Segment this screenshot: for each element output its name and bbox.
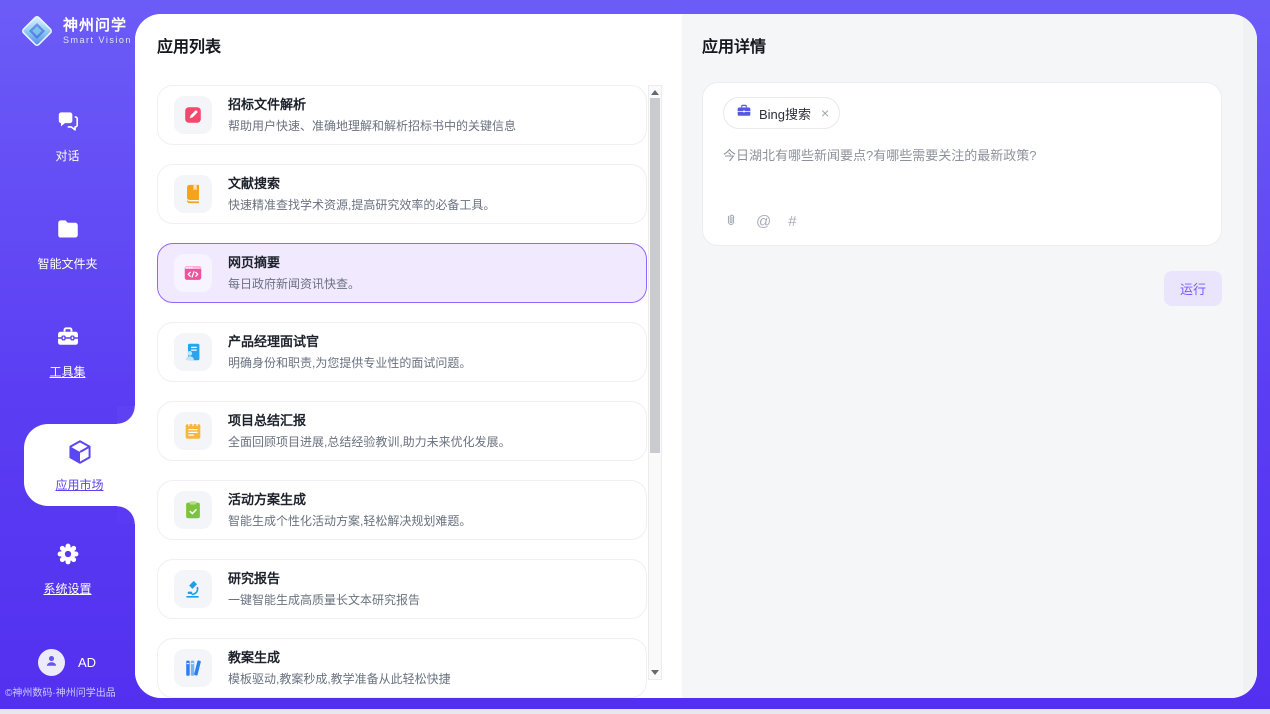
chat-icon [55,108,81,139]
brand-logo: 神州问学 Smart Vision [18,12,132,50]
scroll-down-icon[interactable] [651,670,659,675]
sidebar-footer-text: ©神州数码·神州问学出品 [5,684,116,699]
clipboard-icon [174,491,212,529]
app-desc: 每日政府新闻资讯快查。 [228,275,360,292]
app-card[interactable]: 招标文件解析帮助用户快速、准确地理解和解析招标书中的关键信息 [157,85,647,145]
app-desc: 快速精准查找学术资源,提高研究效率的必备工具。 [228,196,495,213]
composer-icons: @# [723,213,797,229]
app-list-scrollbar[interactable] [648,85,662,680]
composer-card[interactable]: Bing搜索 × 今日湖北有哪些新闻要点?有哪些需要关注的最新政策? @# [702,82,1222,246]
app-name: 教案生成 [228,650,451,665]
query-text[interactable]: 今日湖北有哪些新闻要点?有哪些需要关注的最新政策? [723,147,1201,165]
scrollbar-thumb[interactable] [650,98,660,453]
sidebar-item-label: 智能文件夹 [37,255,97,272]
app-name: 文献搜索 [228,176,495,191]
app-name: 研究报告 [228,571,420,586]
person-icon [43,652,60,674]
app-desc: 模板驱动,教案秒成,教学准备从此轻松快捷 [228,670,451,687]
detail-scroll-gutter [1243,14,1257,698]
app-list: 招标文件解析帮助用户快速、准确地理解和解析招标书中的关键信息文献搜索快速精准查找… [157,85,647,698]
scroll-up-icon[interactable] [651,90,659,95]
books-icon [174,649,212,687]
app-card[interactable]: 产品经理面试官明确身份和职责,为您提供专业性的面试问题。 [157,322,647,382]
note-icon [174,412,212,450]
app-name: 产品经理面试官 [228,334,471,349]
app-desc: 明确身份和职责,为您提供专业性的面试问题。 [228,354,471,371]
sidebar-item-app-market[interactable]: 应用市场 [24,424,135,506]
sidebar-item-chat[interactable]: 对话 [0,108,135,164]
brand-name: 神州问学 [63,17,132,35]
sidebar-item-label: 系统设置 [43,580,91,597]
app-detail-panel: 应用详情 Bing搜索 × 今日湖北有哪些新闻要点?有哪些需要关注的最新政策? … [682,14,1257,698]
app-card[interactable]: 研究报告一键智能生成高质量长文本研究报告 [157,559,647,619]
diamond-logo-icon [18,12,56,50]
user-row[interactable]: AD [38,649,96,676]
hash-icon[interactable]: # [788,214,796,229]
app-desc: 全面回顾项目进展,总结经验教训,助力未来优化发展。 [228,433,511,450]
app-desc: 一键智能生成高质量长文本研究报告 [228,591,420,608]
gear-icon [55,541,81,572]
sidebar-item-toolset[interactable]: 工具集 [0,324,135,380]
app-name: 网页摘要 [228,255,360,270]
webpage-icon [174,254,212,292]
app-desc: 智能生成个性化活动方案,轻松解决规划难题。 [228,512,471,529]
app-card[interactable]: 文献搜索快速精准查找学术资源,提高研究效率的必备工具。 [157,164,647,224]
sidebar-item-label: 应用市场 [55,476,103,493]
content-shell: 应用列表 招标文件解析帮助用户快速、准确地理解和解析招标书中的关键信息文献搜索快… [135,14,1257,698]
app-list-panel: 应用列表 招标文件解析帮助用户快速、准确地理解和解析招标书中的关键信息文献搜索快… [135,14,682,698]
sidebar: 神州问学 Smart Vision 对话智能文件夹工具集应用市场系统设置 AD … [0,0,135,709]
tool-tag-bing-search[interactable]: Bing搜索 × [723,97,840,129]
app-name: 招标文件解析 [228,97,516,112]
tag-close-icon[interactable]: × [821,105,829,121]
sidebar-item-label: 对话 [55,147,79,164]
tool-tag-label: Bing搜索 [759,104,811,123]
sidebar-item-system-settings[interactable]: 系统设置 [0,541,135,597]
interviewer-icon [174,333,212,371]
paperclip-icon[interactable] [723,213,739,229]
app-desc: 帮助用户快速、准确地理解和解析招标书中的关键信息 [228,117,516,134]
briefcase-icon [736,103,752,124]
toolbox-icon [55,324,81,355]
sidebar-item-label: 工具集 [49,363,85,380]
brand-subtitle: Smart Vision [63,35,132,46]
research-icon [174,570,212,608]
run-button[interactable]: 运行 [1164,271,1222,306]
avatar [38,649,65,676]
edit-doc-icon [174,96,212,134]
book-icon [174,175,212,213]
cube-icon [66,438,94,471]
app-detail-title: 应用详情 [702,33,766,57]
app-card[interactable]: 网页摘要每日政府新闻资讯快查。 [157,243,647,303]
app-name: 活动方案生成 [228,492,471,507]
sidebar-item-smart-folder[interactable]: 智能文件夹 [0,216,135,272]
app-card[interactable]: 活动方案生成智能生成个性化活动方案,轻松解决规划难题。 [157,480,647,540]
app-list-title: 应用列表 [157,33,221,57]
at-icon[interactable]: @ [756,214,771,229]
app-name: 项目总结汇报 [228,413,511,428]
folder-icon [55,216,81,247]
app-card[interactable]: 项目总结汇报全面回顾项目进展,总结经验教训,助力未来优化发展。 [157,401,647,461]
user-name: AD [78,655,96,670]
app-card[interactable]: 教案生成模板驱动,教案秒成,教学准备从此轻松快捷 [157,638,647,698]
